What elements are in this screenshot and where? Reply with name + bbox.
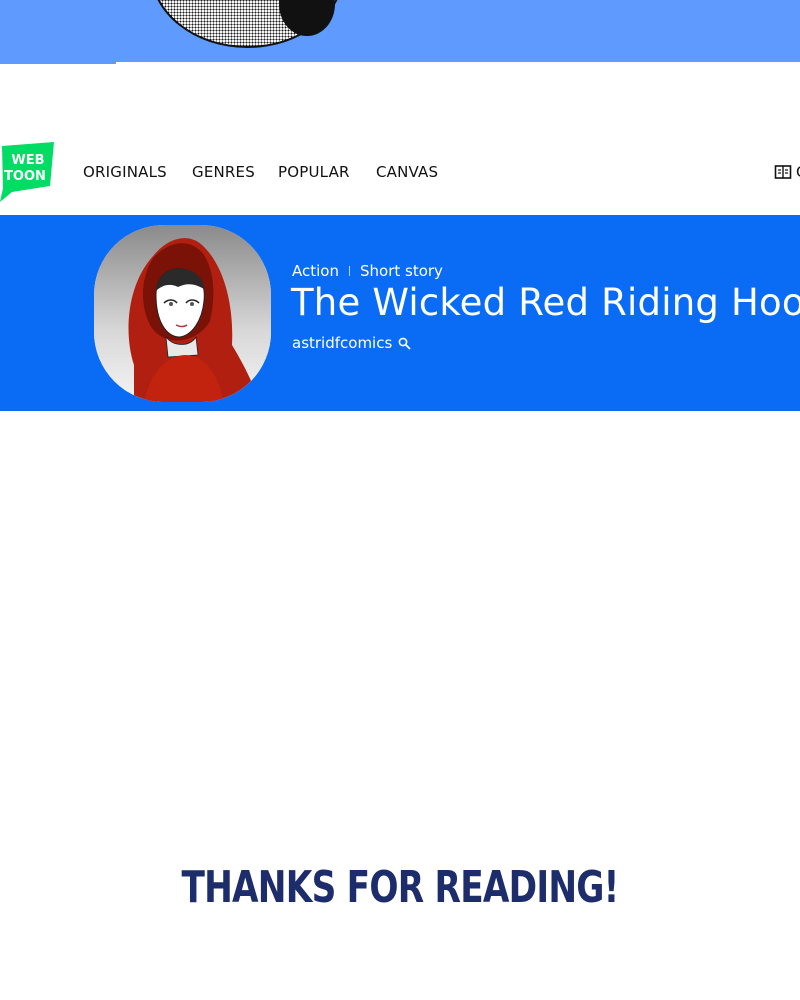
genre-label[interactable]: Action [292, 262, 339, 280]
comic-panel-remnant [0, 0, 800, 62]
nav-genres[interactable]: GENRES [192, 163, 255, 181]
series-thumbnail[interactable] [94, 225, 271, 402]
genre-separator [348, 266, 350, 276]
series-info-banner: Action Short story The Wicked Red Riding… [0, 215, 800, 411]
subgenre-label[interactable]: Short story [360, 262, 443, 280]
nav-popular[interactable]: POPULAR [278, 163, 350, 181]
red-hood-illustration [94, 225, 271, 402]
top-navigation: WEB TOON ORIGINALS GENRES POPULAR CANVAS… [0, 120, 800, 215]
author-name: astridfcomics [292, 334, 393, 352]
nav-right-label: C [796, 163, 800, 181]
book-icon [774, 165, 792, 179]
logo-line2: TOON [4, 169, 46, 184]
search-icon [398, 337, 411, 349]
genre-tags: Action Short story [292, 262, 443, 280]
thanks-for-reading-text: THANKS FOR READING! [181, 862, 619, 913]
webtoon-logo[interactable]: WEB TOON [0, 142, 56, 202]
series-title: The Wicked Red Riding Hood [291, 281, 800, 324]
nav-originals[interactable]: ORIGINALS [83, 163, 167, 181]
nav-canvas[interactable]: CANVAS [376, 163, 438, 181]
comic-illustration [150, 0, 345, 48]
logo-line1: WEB [11, 153, 44, 168]
divider [0, 62, 116, 64]
author-link[interactable]: astridfcomics [292, 334, 411, 352]
nav-creators-link[interactable]: C [774, 163, 800, 181]
